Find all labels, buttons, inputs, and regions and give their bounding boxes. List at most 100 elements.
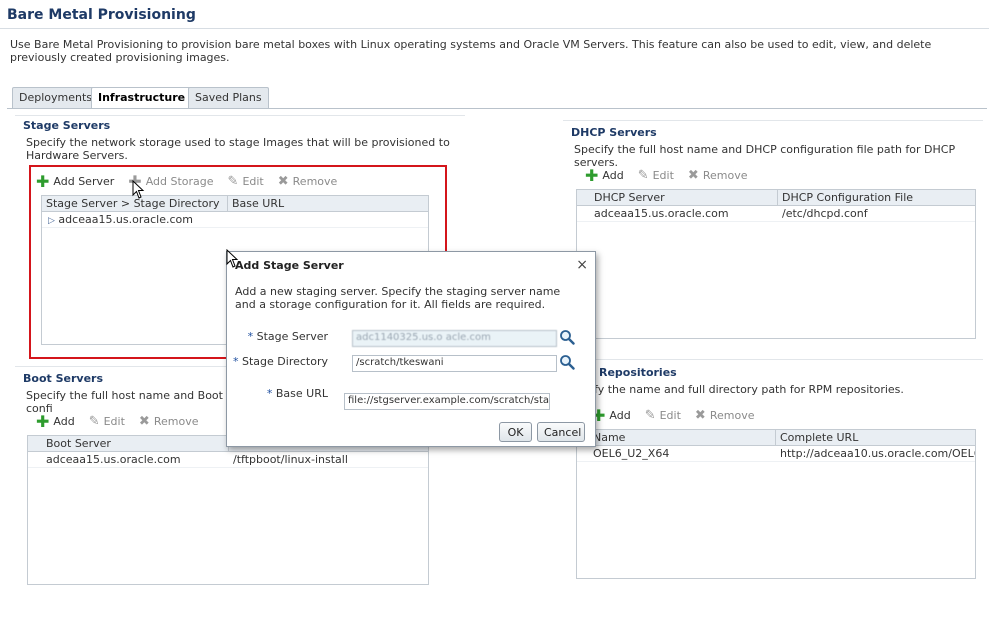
search-icon[interactable] [559, 329, 575, 345]
edit-button[interactable]: ✎ Edit [637, 167, 674, 183]
boot-servers-title: Boot Servers [23, 372, 103, 385]
add-button[interactable]: ✚ Add [36, 411, 75, 431]
stage-servers-title: Stage Servers [23, 119, 111, 132]
cursor-icon [226, 249, 239, 268]
stage-directory-label: * Stage Directory [203, 355, 328, 368]
stage-server-cell: adceaa15.us.oracle.com [58, 213, 193, 226]
required-icon: * [247, 330, 254, 343]
edit-label: Edit [659, 409, 681, 422]
base-url-label-text: Base URL [275, 387, 328, 400]
remove-button[interactable]: ✖ Remove [138, 413, 199, 429]
boot-servers-table: Boot Server adceaa15.us.oracle.com /tftp… [27, 435, 429, 585]
remove-button[interactable]: ✖ Remove [277, 173, 338, 189]
add-button[interactable]: ✚ Add [585, 165, 624, 185]
boot-path-cell: /tftpboot/linux-install [233, 453, 348, 466]
dialog-description: Add a new staging server. Specify the st… [235, 285, 561, 311]
search-icon[interactable] [559, 354, 575, 370]
dhcp-toolbar: ✚ Add ✎ Edit ✖ Remove [585, 165, 748, 185]
boot-server-cell: adceaa15.us.oracle.com [46, 453, 181, 466]
stage-server-label: * Stage Server [203, 330, 328, 343]
dhcp-config-cell: /etc/dhcpd.conf [782, 207, 868, 220]
edit-button[interactable]: ✎ Edit [227, 173, 264, 189]
stage-servers-description: Specify the network storage used to stag… [26, 136, 450, 162]
dhcp-servers-table: DHCP Server DHCP Configuration File adce… [576, 189, 976, 339]
table-row[interactable]: OEL6_U2_X64 http://adceaa10.us.oracle.co… [577, 446, 975, 462]
table-row[interactable]: adceaa15.us.oracle.com /tftpboot/linux-i… [28, 452, 428, 468]
remove-icon: ✖ [687, 167, 699, 183]
boot-toolbar: ✚ Add ✎ Edit ✖ Remove [36, 411, 199, 431]
pencil-icon: ✎ [227, 173, 239, 189]
pencil-icon: ✎ [88, 413, 100, 429]
table-header: Name Complete URL [577, 430, 975, 446]
add-button[interactable]: ✚ Add [592, 407, 631, 423]
column-header[interactable]: DHCP Configuration File [778, 190, 975, 205]
add-server-button[interactable]: ✚ Add Server [36, 173, 115, 189]
edit-label: Edit [242, 175, 264, 188]
edit-label: Edit [652, 169, 674, 182]
remove-icon: ✖ [277, 173, 289, 189]
plus-icon: ✚ [585, 165, 599, 185]
column-header[interactable]: Name [577, 430, 776, 445]
title-divider [0, 28, 989, 29]
column-header[interactable]: Base URL [228, 196, 428, 211]
table-row[interactable]: ▷ adceaa15.us.oracle.com [42, 212, 428, 228]
column-header[interactable]: Boot Server [28, 436, 229, 451]
table-header: DHCP Server DHCP Configuration File [577, 190, 975, 206]
stage-server-field[interactable]: adc1140325.us.o acle.com [352, 330, 557, 347]
stage-server-label-text: Stage Server [256, 330, 328, 343]
rpm-repositories-table: Name Complete URL OEL6_U2_X64 http://adc… [576, 429, 976, 579]
stage-toolbar: ✚ Add Server ✚ Add Storage ✎ Edit ✖ Remo… [36, 173, 338, 189]
column-header[interactable]: Complete URL [776, 430, 975, 445]
repo-name-cell: OEL6_U2_X64 [593, 447, 670, 460]
remove-label: Remove [292, 175, 338, 188]
base-url-cell [228, 212, 428, 227]
page-description: Use Bare Metal Provisioning to provision… [10, 38, 932, 64]
dhcp-servers-description: Specify the full host name and DHCP conf… [574, 143, 956, 169]
dialog-title: Add Stage Server [235, 259, 344, 272]
rpm-section-rule [563, 359, 983, 360]
base-url-label: * Base URL [203, 387, 328, 400]
pencil-icon: ✎ [637, 167, 649, 183]
add-label: Add [602, 169, 624, 182]
tab-saved-plans[interactable]: Saved Plans [188, 87, 269, 108]
add-label: Add [53, 415, 75, 428]
dhcp-server-cell: adceaa15.us.oracle.com [594, 207, 729, 220]
rpm-repositories-title: Repositories [599, 366, 677, 379]
expand-triangle-icon[interactable]: ▷ [48, 216, 55, 226]
table-header: Stage Server > Stage Directory Base URL [42, 196, 428, 212]
boot-servers-description: Specify the full host name and Boot conf… [26, 389, 223, 415]
edit-button[interactable]: ✎ Edit [88, 413, 125, 429]
plus-icon: ✚ [36, 411, 50, 431]
table-row[interactable]: adceaa15.us.oracle.com /etc/dhcpd.conf [577, 206, 975, 222]
stage-section-rule [15, 115, 465, 116]
repo-url-cell: http://adceaa10.us.oracle.com/OEL6u... [780, 447, 975, 460]
tab-infrastructure[interactable]: Infrastructure [91, 87, 193, 109]
column-header[interactable]: DHCP Server [577, 190, 778, 205]
cursor-icon [132, 180, 145, 199]
tab-divider [7, 108, 987, 109]
rpm-toolbar: ✚ Add ✎ Edit ✖ Remove [592, 407, 755, 423]
edit-button[interactable]: ✎ Edit [644, 407, 681, 423]
stage-directory-field[interactable]: /scratch/tkeswani [352, 355, 557, 372]
remove-icon: ✖ [138, 413, 150, 429]
pencil-icon: ✎ [644, 407, 656, 423]
ok-button[interactable]: OK [499, 422, 532, 442]
remove-button[interactable]: ✖ Remove [695, 409, 755, 423]
cancel-button[interactable]: Cancel [537, 422, 585, 442]
remove-label: Remove [153, 415, 199, 428]
required-icon: * [266, 387, 273, 400]
edit-label: Edit [103, 415, 125, 428]
close-icon[interactable]: × [576, 257, 588, 273]
rpm-repositories-description: ify the name and full directory path for… [591, 383, 904, 396]
tab-deployments[interactable]: Deployments [12, 87, 100, 108]
add-label: Add [609, 409, 631, 422]
add-stage-server-dialog: Add Stage Server × Add a new staging ser… [226, 251, 596, 447]
stage-directory-label-text: Stage Directory [242, 355, 328, 368]
remove-label: Remove [709, 409, 755, 422]
add-server-label: Add Server [53, 175, 115, 188]
base-url-field[interactable]: file://stgserver.example.com/scratch/sta… [344, 393, 550, 410]
remove-button[interactable]: ✖ Remove [687, 167, 748, 183]
dhcp-section-rule [563, 120, 983, 121]
dhcp-servers-title: DHCP Servers [571, 126, 657, 139]
remove-label: Remove [702, 169, 748, 182]
